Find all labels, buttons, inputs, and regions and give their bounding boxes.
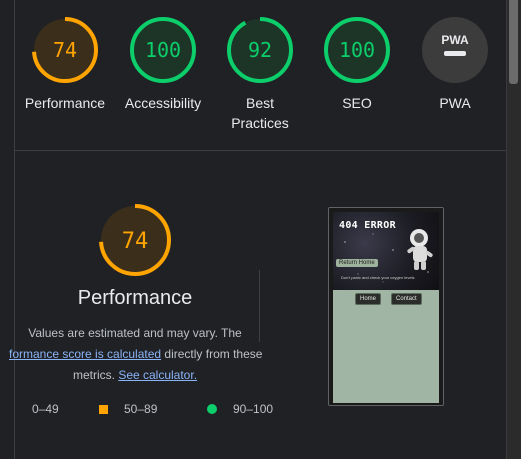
gauge-best-practices[interactable]: 92 Best Practices xyxy=(210,16,310,133)
gauge-seo[interactable]: 100 SEO xyxy=(307,16,407,113)
pwa-badge-text: PWA xyxy=(441,33,469,47)
performance-desc-mid: directly from these xyxy=(161,347,263,361)
legend-fail-label: 0–49 xyxy=(32,402,59,416)
performance-desc-line3: metrics. See calculator. xyxy=(73,368,197,382)
gauge-performance-ring: 74 xyxy=(32,17,98,83)
gauge-seo-label: SEO xyxy=(342,95,372,111)
gauge-best-practices-label-line2: Practices xyxy=(231,115,289,131)
lighthouse-report: 74 Performance 100 Accessibility 92 Best… xyxy=(0,0,521,459)
section-divider xyxy=(15,150,506,151)
gauge-seo-ring: 100 xyxy=(324,17,390,83)
gauge-pwa-label: PWA xyxy=(439,95,471,111)
performance-desc-line3-prefix: metrics. xyxy=(72,368,119,382)
average-square-icon xyxy=(99,404,108,414)
screenshot-return-button: Return Home xyxy=(336,259,378,267)
gauge-best-practices-score: 92 xyxy=(248,38,272,62)
score-calculated-link[interactable]: formance score is calculated xyxy=(9,347,161,361)
gauge-accessibility-label: Accessibility xyxy=(124,95,202,111)
performance-description: Values are estimated and may vary. The f… xyxy=(9,323,262,386)
gauge-performance-label: Performance xyxy=(24,95,106,111)
performance-gauge: 74 xyxy=(15,195,255,278)
vertical-separator xyxy=(259,270,260,342)
score-gauges: 74 Performance 100 Accessibility 92 Best… xyxy=(0,0,506,150)
see-calculator-link[interactable]: See calculator. xyxy=(118,368,197,382)
legend-pass: 90–100 xyxy=(207,402,273,416)
gauge-best-practices-label-line1: Best xyxy=(245,95,274,111)
screenshot-contact-button: Contact xyxy=(391,293,422,305)
gauge-pwa[interactable]: PWA PWA xyxy=(405,16,505,113)
gauge-accessibility-ring: 100 xyxy=(130,17,196,83)
pwa-badge-icon: PWA xyxy=(422,17,488,83)
legend-pass-label: 90–100 xyxy=(233,402,274,416)
performance-gauge-ring: 74 xyxy=(99,204,171,276)
pass-circle-icon xyxy=(207,404,217,414)
screenshot-note: Don't panic and check your oxygen levels xyxy=(341,275,415,280)
gauge-accessibility-score: 100 xyxy=(145,38,181,62)
performance-desc-line1: Values are estimated and may vary. The xyxy=(28,326,242,340)
gauge-performance[interactable]: 74 Performance xyxy=(15,16,115,113)
astronaut-icon xyxy=(407,229,433,270)
gauge-best-practices-ring: 92 xyxy=(227,17,293,83)
screenshot-title: 404 ERROR xyxy=(339,220,396,231)
screenshot-hero: 404 ERROR Return Home Don't panic and ch… xyxy=(333,212,439,290)
performance-title: Performance xyxy=(77,287,193,309)
screenshot-body: Home Contact xyxy=(333,290,439,403)
legend-fail: 0–49 xyxy=(22,402,59,416)
gauge-seo-score: 100 xyxy=(339,38,375,62)
screenshot-home-button: Home xyxy=(355,293,382,305)
legend-average-label: 50–89 xyxy=(124,402,158,416)
gauge-performance-score: 74 xyxy=(53,38,77,62)
gauge-best-practices-label: Best Practices xyxy=(210,93,310,133)
scrollbar-thumb[interactable] xyxy=(509,0,518,84)
performance-desc-line2: formance score is calculated directly fr… xyxy=(9,344,262,365)
gauge-accessibility[interactable]: 100 Accessibility xyxy=(113,16,213,113)
fail-triangle-icon xyxy=(22,405,32,414)
performance-score: 74 xyxy=(122,229,149,254)
legend-average: 50–89 xyxy=(99,402,157,416)
final-screenshot-thumbnail[interactable]: 404 ERROR Return Home Don't panic and ch… xyxy=(328,207,444,406)
